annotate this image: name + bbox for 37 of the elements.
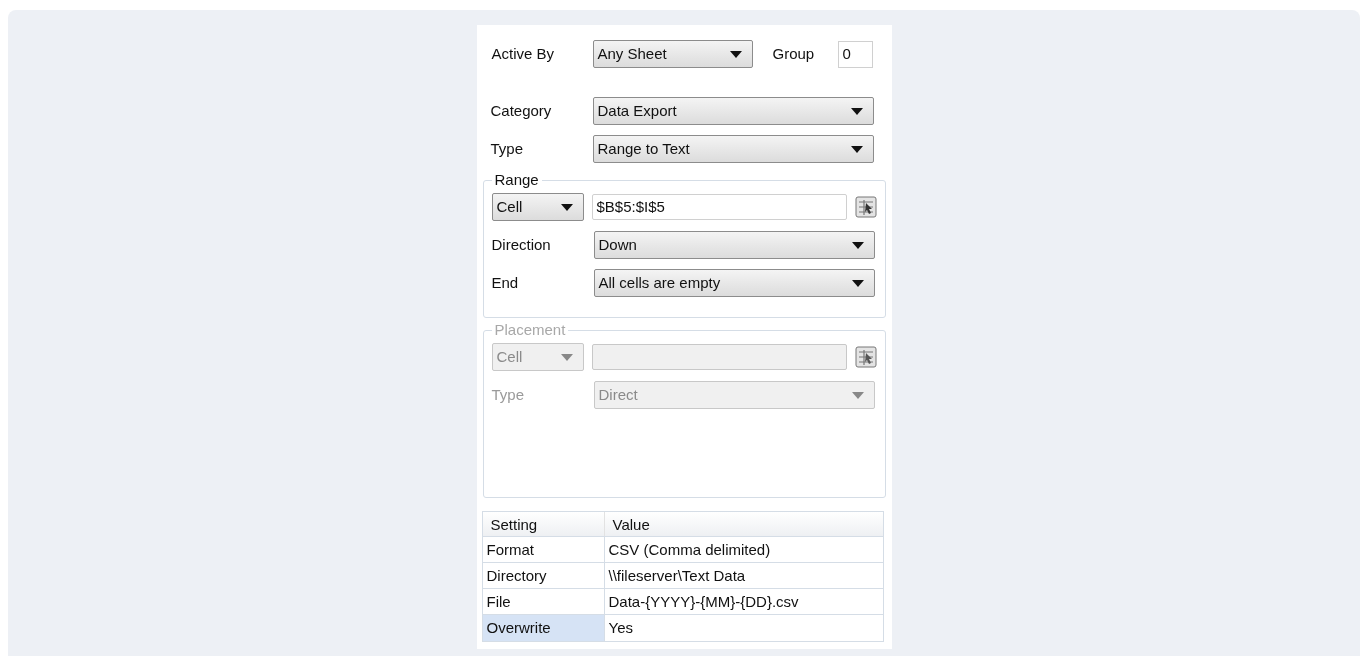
column-header[interactable]: Value [604,512,883,536]
dropdown[interactable]: Cell [491,193,584,221]
caret-icon [560,353,573,361]
caret-icon [850,107,863,115]
caret-icon [560,203,573,211]
caret-icon [851,279,864,287]
table-cell: Overwrite [482,615,605,641]
table-cell: Directory [482,563,605,588]
table-row[interactable]: Overwrite Yes [482,615,883,641]
field-label: Active By [491,43,556,64]
caret-icon [851,391,864,399]
range-picker-icon[interactable] [854,196,877,218]
table-cell: Format [482,537,605,562]
address-field[interactable]: $B$5:$I$5 [591,194,847,220]
caret-icon [850,145,863,153]
table-cell-text: Yes [607,618,634,638]
column-header[interactable]: Setting [482,512,605,536]
dropdown[interactable]: Data Export [592,97,874,125]
table-row[interactable]: Directory \\fileserver\Text Data [482,563,883,589]
field-label: Direction [491,234,552,255]
table-cell-text: Data-{YYYY}-{MM}-{DD}.csv [607,592,800,612]
field-label: Type [491,384,526,405]
dropdown[interactable]: Down [593,231,875,259]
field-label: Category [490,100,553,121]
field-label: Group [772,43,816,64]
group-field[interactable]: 0 [837,40,873,68]
field-label: End [491,272,520,293]
table-row[interactable]: Format CSV (Comma delimited) [482,537,883,563]
table-cell-text: \\fileserver\Text Data [607,566,747,586]
table-cell-text: CSV (Comma delimited) [607,540,772,560]
caret-icon [851,241,864,249]
table-cell: File [482,589,605,614]
field-label: Type [490,138,525,159]
dropdown[interactable]: All cells are empty [593,269,875,297]
caret-icon [729,50,742,58]
dropdown[interactable]: Any Sheet [592,40,753,68]
dropdown[interactable]: Range to Text [592,135,874,163]
